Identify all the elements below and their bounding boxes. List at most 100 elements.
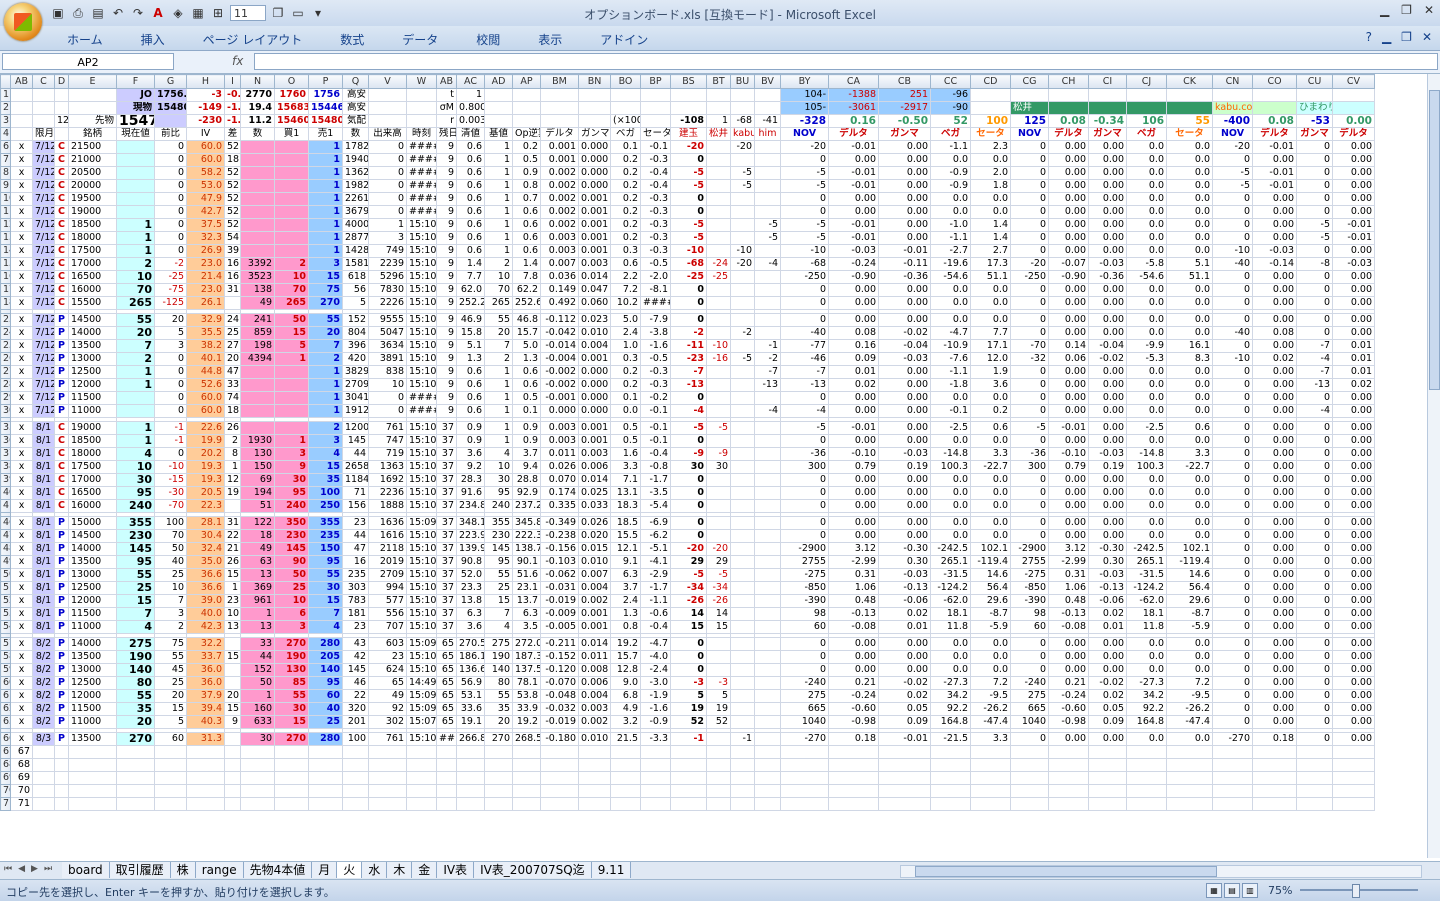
cell[interactable]: #### bbox=[406, 404, 437, 418]
cell[interactable]: 0.0 bbox=[930, 434, 971, 448]
cell[interactable] bbox=[342, 771, 369, 785]
cell[interactable]: -62.0 bbox=[1126, 594, 1167, 608]
cell[interactable]: -5 bbox=[730, 166, 755, 180]
cell[interactable] bbox=[186, 745, 225, 759]
cell[interactable]: 0 bbox=[1010, 218, 1049, 232]
cell[interactable]: -4 bbox=[1296, 352, 1333, 366]
cell[interactable]: 0.001 bbox=[578, 192, 611, 206]
cell[interactable] bbox=[368, 797, 407, 811]
cell[interactable]: 0.00 bbox=[1088, 499, 1127, 513]
cell[interactable] bbox=[1048, 784, 1089, 798]
cell[interactable]: 1 bbox=[484, 153, 513, 167]
cell[interactable]: 26.1 bbox=[186, 296, 225, 310]
cell[interactable] bbox=[754, 689, 781, 703]
cell[interactable] bbox=[68, 745, 117, 759]
cell[interactable]: 8/1 bbox=[32, 460, 55, 474]
cell[interactable]: ベガ bbox=[610, 127, 641, 141]
cell[interactable] bbox=[730, 378, 755, 392]
cell[interactable]: -41 bbox=[754, 114, 781, 128]
cell[interactable]: 0.0 bbox=[970, 473, 1011, 487]
cell[interactable]: 0.00 bbox=[878, 473, 931, 487]
cell[interactable]: 15:10 bbox=[406, 732, 437, 746]
cell[interactable]: C bbox=[54, 447, 69, 461]
cell[interactable]: 65 bbox=[436, 676, 457, 690]
cell[interactable]: 0.002 bbox=[540, 179, 579, 193]
cell[interactable]: 0 bbox=[1212, 153, 1253, 167]
cell[interactable]: 0.003 bbox=[540, 421, 579, 435]
cell[interactable] bbox=[512, 784, 541, 798]
cell[interactable]: 4 bbox=[484, 620, 513, 634]
cell[interactable]: 基値 bbox=[484, 127, 513, 141]
cell[interactable]: 現物 bbox=[116, 101, 155, 115]
cell[interactable]: 0 bbox=[1296, 637, 1333, 651]
cell[interactable]: 37.5 bbox=[186, 218, 225, 232]
cell[interactable]: 15:10 bbox=[406, 529, 437, 543]
cell[interactable]: 0.00 bbox=[1332, 637, 1375, 651]
cell[interactable]: 618 bbox=[342, 270, 369, 284]
cell[interactable]: 11500 bbox=[68, 702, 117, 716]
cell[interactable]: 15:10 bbox=[406, 296, 437, 310]
cell[interactable]: 0.00 bbox=[1088, 140, 1127, 154]
cell[interactable]: 3.3 bbox=[970, 447, 1011, 461]
sheet-tab-12[interactable]: 9.11 bbox=[591, 862, 632, 878]
cell[interactable]: -1 bbox=[754, 339, 781, 353]
cell[interactable]: 1 bbox=[116, 365, 155, 379]
cell[interactable] bbox=[484, 101, 513, 115]
cell[interactable]: 3.6 bbox=[456, 620, 485, 634]
cell[interactable]: 0.6 bbox=[512, 231, 541, 245]
cell[interactable]: 0.00 bbox=[878, 391, 931, 405]
cell[interactable] bbox=[484, 745, 513, 759]
cell[interactable] bbox=[730, 296, 755, 310]
cell[interactable]: 1 bbox=[484, 205, 513, 219]
cell[interactable]: 0.00 bbox=[1048, 326, 1089, 340]
cell[interactable]: -0.211 bbox=[540, 637, 579, 651]
cell[interactable]: -275 bbox=[1010, 568, 1049, 582]
cell[interactable]: 265 bbox=[274, 296, 309, 310]
cell[interactable]: 603 bbox=[368, 637, 407, 651]
cell[interactable]: 0.0 bbox=[930, 529, 971, 543]
cell[interactable]: 21 bbox=[224, 542, 241, 556]
cell[interactable]: 25 bbox=[154, 676, 187, 690]
cell[interactable] bbox=[878, 758, 931, 772]
cell[interactable] bbox=[640, 771, 671, 785]
cell[interactable] bbox=[1166, 771, 1213, 785]
cell[interactable]: 37 bbox=[436, 486, 457, 500]
cell[interactable]: 0.001 bbox=[578, 421, 611, 435]
cell[interactable]: 23.0 bbox=[186, 283, 225, 297]
cell[interactable]: -242.5 bbox=[1126, 542, 1167, 556]
cell[interactable]: 0 bbox=[154, 192, 187, 206]
cell[interactable]: 0.000 bbox=[578, 140, 611, 154]
cell[interactable]: 1756.98 bbox=[154, 88, 187, 102]
cell[interactable]: 355 bbox=[116, 516, 155, 530]
cell[interactable] bbox=[274, 192, 309, 206]
cell[interactable] bbox=[224, 771, 241, 785]
cell[interactable]: 15.5 bbox=[610, 529, 641, 543]
cell[interactable] bbox=[1332, 771, 1375, 785]
cell[interactable]: -0.60 bbox=[1048, 702, 1089, 716]
cell[interactable]: 2261 bbox=[342, 192, 369, 206]
cell[interactable]: 0.00 bbox=[1252, 391, 1297, 405]
cell[interactable]: 7/12 bbox=[32, 296, 55, 310]
cell[interactable] bbox=[32, 745, 55, 759]
cell[interactable]: -3 bbox=[186, 88, 225, 102]
cell[interactable]: -5 bbox=[730, 179, 755, 193]
cell[interactable]: 1 bbox=[116, 218, 155, 232]
cell[interactable]: 15446 bbox=[308, 101, 343, 115]
cell[interactable]: -40 bbox=[1212, 257, 1253, 271]
cell[interactable]: 105- bbox=[780, 101, 829, 115]
cell[interactable] bbox=[970, 797, 1011, 811]
cell[interactable]: 0.00 bbox=[828, 283, 879, 297]
row-header[interactable]: 13 bbox=[0, 231, 11, 245]
cell[interactable]: -0.36 bbox=[1088, 270, 1127, 284]
checkbox-cell[interactable]: x bbox=[10, 516, 33, 530]
cell[interactable] bbox=[730, 594, 755, 608]
cell[interactable]: 92.2 bbox=[930, 702, 971, 716]
cell[interactable] bbox=[1048, 797, 1089, 811]
cell[interactable]: -0.156 bbox=[540, 542, 579, 556]
cell[interactable]: 0.00 bbox=[1252, 486, 1297, 500]
cell[interactable]: -0.90 bbox=[1048, 270, 1089, 284]
cell[interactable]: 0 bbox=[1212, 607, 1253, 621]
cell[interactable]: 0.000 bbox=[578, 153, 611, 167]
cell[interactable]: 240 bbox=[116, 499, 155, 513]
checkbox-cell[interactable]: x bbox=[10, 650, 33, 664]
